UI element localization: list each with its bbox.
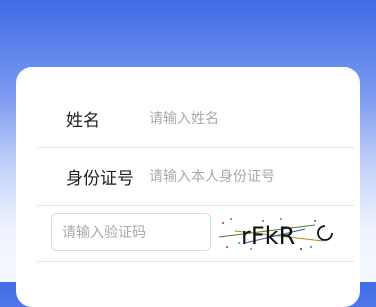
id-input[interactable]: 请输入本人身份证号 — [149, 166, 275, 186]
captcha-row: 请输入验证码 rFkR — [37, 205, 354, 262]
name-label: 姓名 — [66, 110, 100, 131]
name-input[interactable]: 请输入姓名 — [149, 108, 219, 128]
name-field-row[interactable]: 姓名 请输入姓名 — [37, 89, 354, 148]
captcha-placeholder: 请输入验证码 — [62, 225, 146, 241]
refresh-icon[interactable] — [317, 225, 333, 241]
id-label: 身份证号 — [66, 168, 134, 189]
captcha-image[interactable]: rFkR — [215, 213, 339, 253]
captcha-svg: rFkR — [218, 218, 333, 250]
id-field-row[interactable]: 身份证号 请输入本人身份证号 — [37, 147, 354, 206]
captcha-input[interactable]: 请输入验证码 — [51, 213, 211, 251]
captcha-text: rFkR — [241, 222, 295, 250]
